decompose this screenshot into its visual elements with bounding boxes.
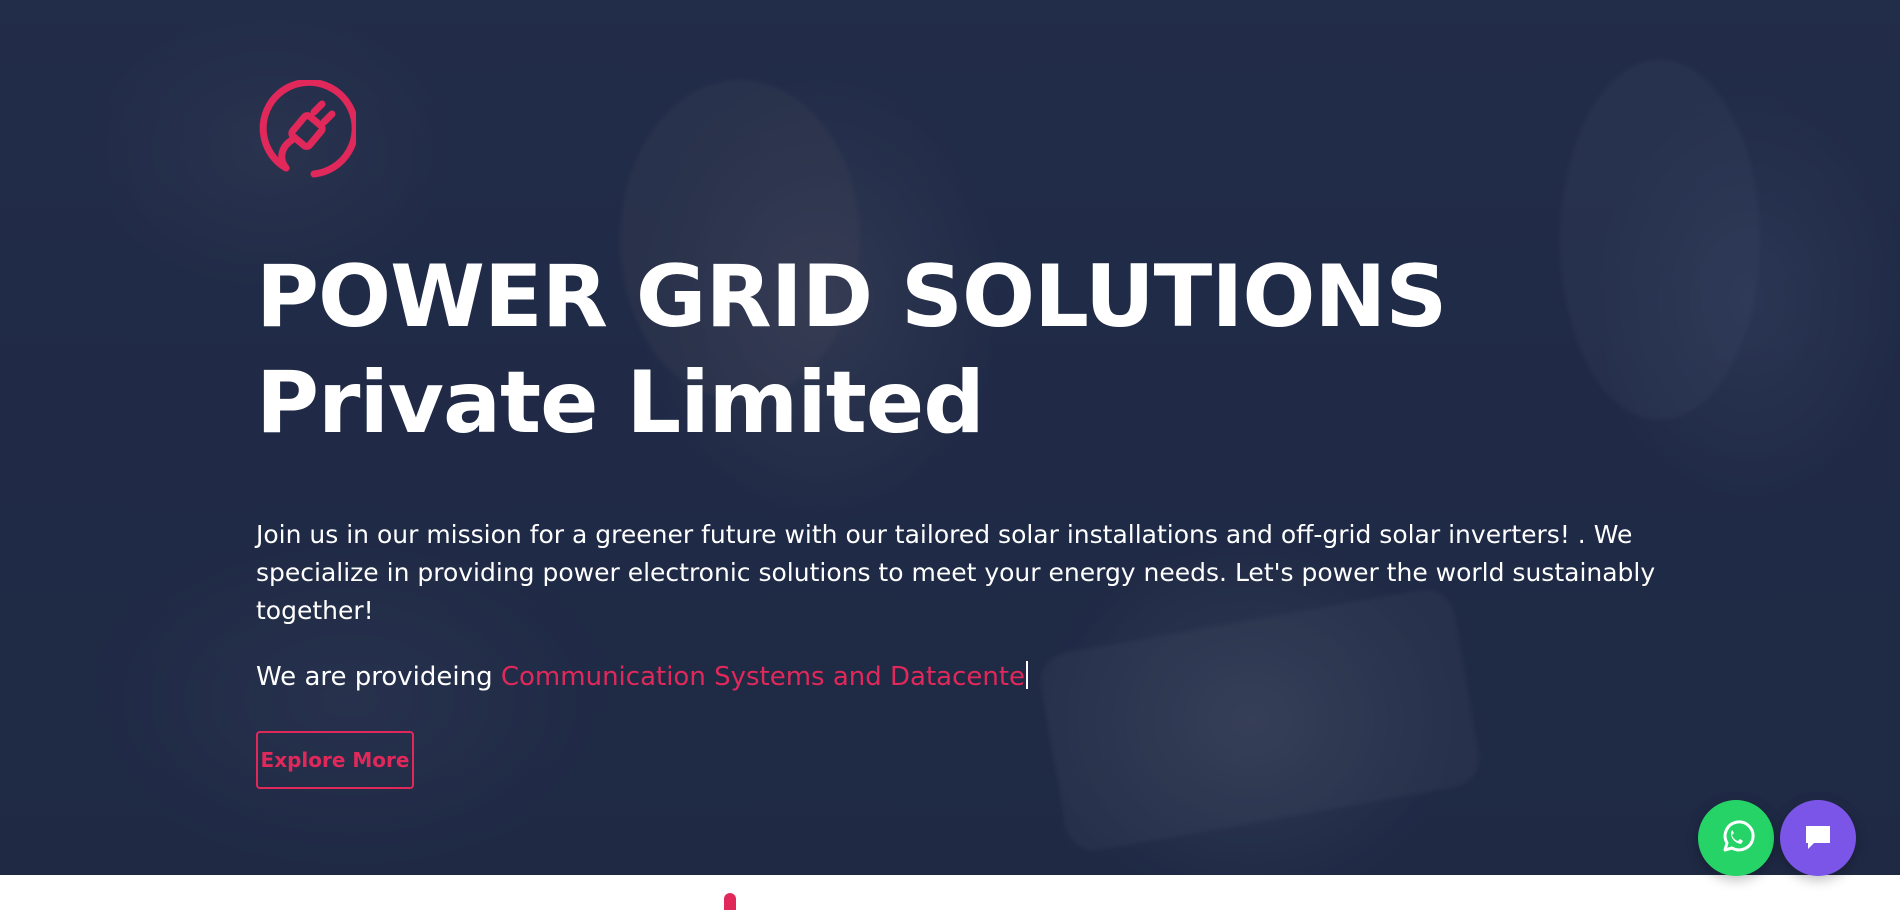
hero-description: Join us in our mission for a greener fut… — [256, 520, 1656, 625]
explore-more-button[interactable]: Explore More — [256, 731, 414, 789]
page-title: POWER GRID SOLUTIONS Private Limited — [256, 244, 1756, 456]
chat-button[interactable] — [1780, 800, 1856, 876]
plug-logo-icon[interactable] — [256, 78, 359, 180]
section-marker — [724, 893, 736, 910]
next-section — [0, 875, 1900, 910]
title-line-suffix: Private Limited — [256, 353, 985, 453]
typing-cursor — [1026, 661, 1029, 689]
typing-line: We are provideing Communication Systems … — [256, 658, 1029, 696]
whatsapp-icon — [1723, 820, 1755, 852]
whatsapp-button[interactable] — [1698, 800, 1774, 876]
typing-text: Communication Systems and Datacente — [500, 662, 1026, 692]
hero-section: POWER GRID SOLUTIONS Private Limited Joi… — [0, 0, 1900, 875]
chat-bubble-icon — [1806, 826, 1830, 849]
typing-prefix: We are provideing — [256, 662, 501, 692]
title-line-company: POWER GRID SOLUTIONS — [256, 247, 1447, 347]
